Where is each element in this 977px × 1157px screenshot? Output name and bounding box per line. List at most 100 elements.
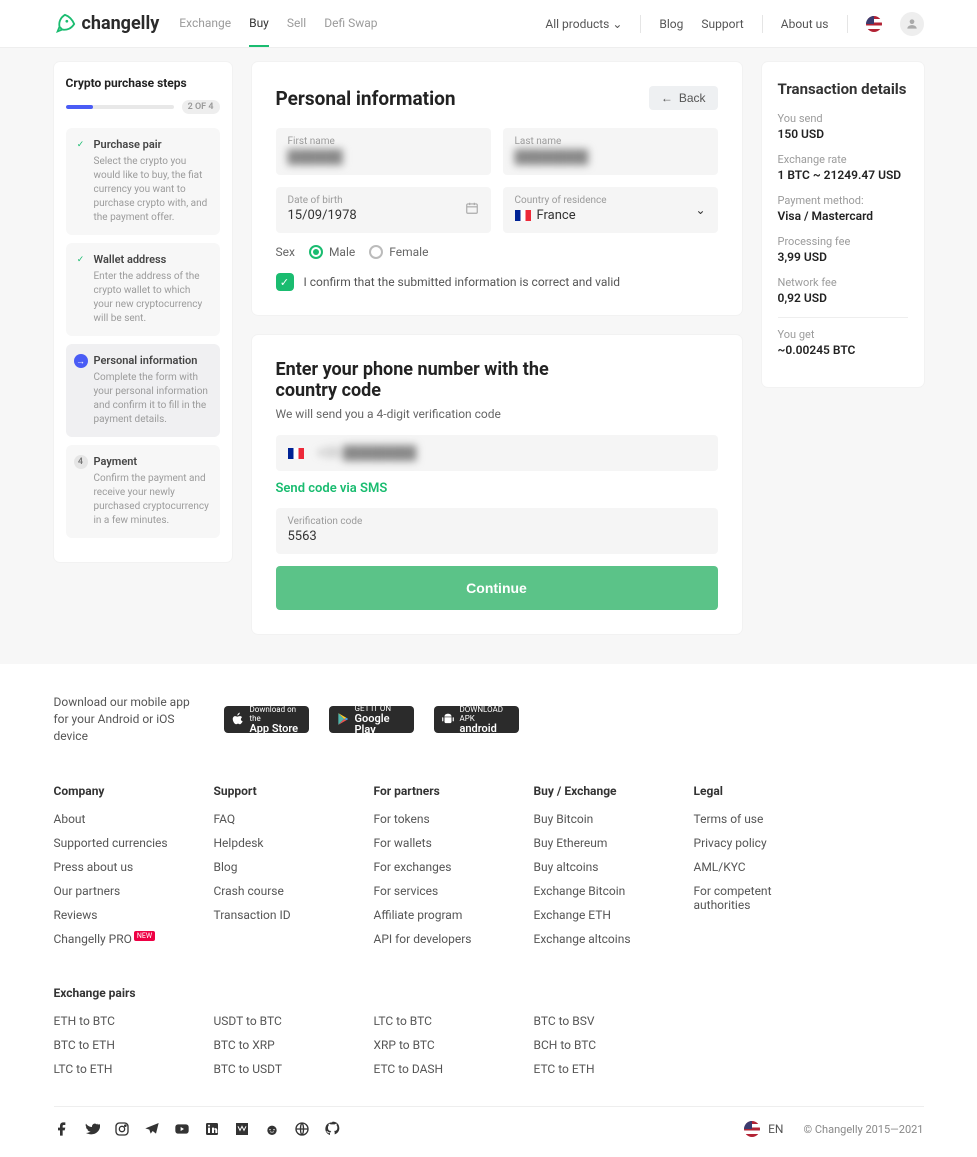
personal-info-form: Personal information ← Back First name █… bbox=[252, 62, 742, 315]
send-sms-link[interactable]: Send code via SMS bbox=[276, 481, 718, 496]
web-icon[interactable] bbox=[294, 1121, 310, 1137]
confirm-checkbox[interactable]: ✓ bbox=[276, 273, 294, 291]
back-button[interactable]: ← Back bbox=[649, 86, 718, 110]
footer-link[interactable]: USDT to BTC bbox=[214, 1014, 344, 1028]
footer-link[interactable]: Supported currencies bbox=[54, 836, 184, 850]
footer-link[interactable]: LTC to BTC bbox=[374, 1014, 504, 1028]
footer-col-pairs-2: USDT to BTC BTC to XRP BTC to USDT bbox=[214, 986, 344, 1086]
user-avatar[interactable] bbox=[900, 12, 924, 36]
check-icon: ✓ bbox=[74, 253, 88, 267]
nav-blog[interactable]: Blog bbox=[659, 17, 683, 31]
youtube-icon[interactable] bbox=[174, 1121, 190, 1137]
instagram-icon[interactable] bbox=[114, 1121, 130, 1137]
footer-link[interactable]: About bbox=[54, 812, 184, 826]
footer-link[interactable]: For exchanges bbox=[374, 860, 504, 874]
verification-code-field[interactable]: Verification code 5563 bbox=[276, 508, 718, 554]
footer-col-support: Support FAQ Helpdesk Blog Crash course T… bbox=[214, 784, 344, 956]
last-name-field[interactable]: Last name ████████ bbox=[503, 128, 718, 175]
github-icon[interactable] bbox=[324, 1121, 340, 1137]
flag-fr-icon bbox=[515, 210, 531, 221]
android-icon bbox=[441, 712, 455, 726]
radio-female[interactable]: Female bbox=[369, 245, 428, 259]
footer-link[interactable]: Helpdesk bbox=[214, 836, 344, 850]
dob-field[interactable]: Date of birth 15/09/1978 bbox=[276, 187, 491, 233]
telegram-icon[interactable] bbox=[144, 1121, 160, 1137]
footer-link[interactable]: BCH to BTC bbox=[534, 1038, 664, 1052]
main-content: Crypto purchase steps 2 OF 4 ✓ Purchase … bbox=[0, 48, 977, 664]
all-products-dropdown[interactable]: All products ⌄ bbox=[545, 17, 622, 31]
phone-number-field[interactable]: +33 ████████ bbox=[276, 435, 718, 471]
footer-link[interactable]: BTC to BSV bbox=[534, 1014, 664, 1028]
nav-sell[interactable]: Sell bbox=[287, 1, 306, 47]
footer-link[interactable]: Reviews bbox=[54, 908, 184, 922]
logo[interactable]: changelly bbox=[54, 13, 160, 35]
continue-button[interactable]: Continue bbox=[276, 566, 718, 610]
footer-link[interactable]: Transaction ID bbox=[214, 908, 344, 922]
flag-fr-icon bbox=[288, 448, 304, 459]
radio-male[interactable]: Male bbox=[309, 245, 355, 259]
footer-link[interactable]: For services bbox=[374, 884, 504, 898]
footer-link[interactable]: Terms of use bbox=[694, 812, 824, 826]
appstore-button[interactable]: Download on theApp Store bbox=[224, 706, 309, 733]
step-wallet-address: ✓ Wallet address Enter the address of th… bbox=[66, 243, 220, 336]
copyright: © Changelly 2015—2021 bbox=[804, 1123, 924, 1136]
facebook-icon[interactable] bbox=[54, 1121, 70, 1137]
footer-link[interactable]: Crash course bbox=[214, 884, 344, 898]
footer-link[interactable]: BTC to ETH bbox=[54, 1038, 184, 1052]
footer-link[interactable]: Changelly PRONEW bbox=[54, 932, 184, 946]
country-field[interactable]: Country of residence France ⌄ bbox=[503, 187, 718, 233]
footer-link[interactable]: BTC to XRP bbox=[214, 1038, 344, 1052]
footer-link[interactable]: Exchange altcoins bbox=[534, 932, 664, 946]
nav-buy[interactable]: Buy bbox=[249, 1, 269, 47]
footer-link[interactable]: Blog bbox=[214, 860, 344, 874]
apple-icon bbox=[231, 712, 245, 726]
footer-link[interactable]: ETC to DASH bbox=[374, 1062, 504, 1076]
footer-link[interactable]: Buy Ethereum bbox=[534, 836, 664, 850]
footer-link[interactable]: Buy Bitcoin bbox=[534, 812, 664, 826]
nav-about[interactable]: About us bbox=[781, 17, 829, 31]
arrow-left-icon: ← bbox=[661, 91, 673, 105]
footer-link[interactable]: AML/KYC bbox=[694, 860, 824, 874]
footer-link[interactable]: For tokens bbox=[374, 812, 504, 826]
footer-col-partners: For partners For tokens For wallets For … bbox=[374, 784, 504, 956]
footer-col-pairs-1: Exchange pairs ETH to BTC BTC to ETH LTC… bbox=[54, 986, 184, 1086]
phone-subtext: We will send you a 4-digit verification … bbox=[276, 407, 718, 421]
chevron-down-icon: ⌄ bbox=[695, 203, 705, 217]
linkedin-icon[interactable] bbox=[204, 1121, 220, 1137]
footer-link[interactable]: FAQ bbox=[214, 812, 344, 826]
twitter-icon[interactable] bbox=[84, 1121, 100, 1137]
footer-link[interactable]: Exchange Bitcoin bbox=[534, 884, 664, 898]
footer-link[interactable]: Privacy policy bbox=[694, 836, 824, 850]
reddit-icon[interactable] bbox=[264, 1121, 280, 1137]
footer-col-company: Company About Supported currencies Press… bbox=[54, 784, 184, 956]
locale-flag-icon[interactable] bbox=[866, 16, 882, 32]
medium-icon[interactable] bbox=[234, 1121, 250, 1137]
android-apk-button[interactable]: DOWNLOAD APKandroid bbox=[434, 706, 519, 733]
footer-link[interactable]: Press about us bbox=[54, 860, 184, 874]
footer-link[interactable]: ETC to ETH bbox=[534, 1062, 664, 1076]
footer-link[interactable]: ETH to BTC bbox=[54, 1014, 184, 1028]
footer-link[interactable]: Exchange ETH bbox=[534, 908, 664, 922]
nav-exchange[interactable]: Exchange bbox=[179, 1, 231, 47]
footer-link[interactable]: Affiliate program bbox=[374, 908, 504, 922]
download-text: Download our mobile app for your Android… bbox=[54, 694, 204, 744]
step-personal-info: → Personal information Complete the form… bbox=[66, 344, 220, 437]
footer-link[interactable]: Our partners bbox=[54, 884, 184, 898]
footer-link[interactable]: API for developers bbox=[374, 932, 504, 946]
phone-heading: Enter your phone number with the country… bbox=[276, 359, 586, 401]
nav-support[interactable]: Support bbox=[701, 17, 743, 31]
footer-link[interactable]: For wallets bbox=[374, 836, 504, 850]
footer-link[interactable]: LTC to ETH bbox=[54, 1062, 184, 1076]
footer-link[interactable]: For competent authorities bbox=[694, 884, 824, 912]
footer: Download our mobile app for your Android… bbox=[0, 664, 977, 1157]
footer-link[interactable]: XRP to BTC bbox=[374, 1038, 504, 1052]
footer-link[interactable]: Buy altcoins bbox=[534, 860, 664, 874]
check-icon: ✓ bbox=[74, 138, 88, 152]
brand-name: changelly bbox=[82, 13, 160, 34]
googleplay-button[interactable]: GET IT ONGoogle Play bbox=[329, 706, 414, 733]
language-selector[interactable]: EN bbox=[744, 1121, 783, 1137]
nav-defiswap[interactable]: Defi Swap bbox=[324, 1, 377, 47]
first-name-field[interactable]: First name ██████ bbox=[276, 128, 491, 175]
footer-link[interactable]: BTC to USDT bbox=[214, 1062, 344, 1076]
steps-title: Crypto purchase steps bbox=[66, 76, 220, 90]
